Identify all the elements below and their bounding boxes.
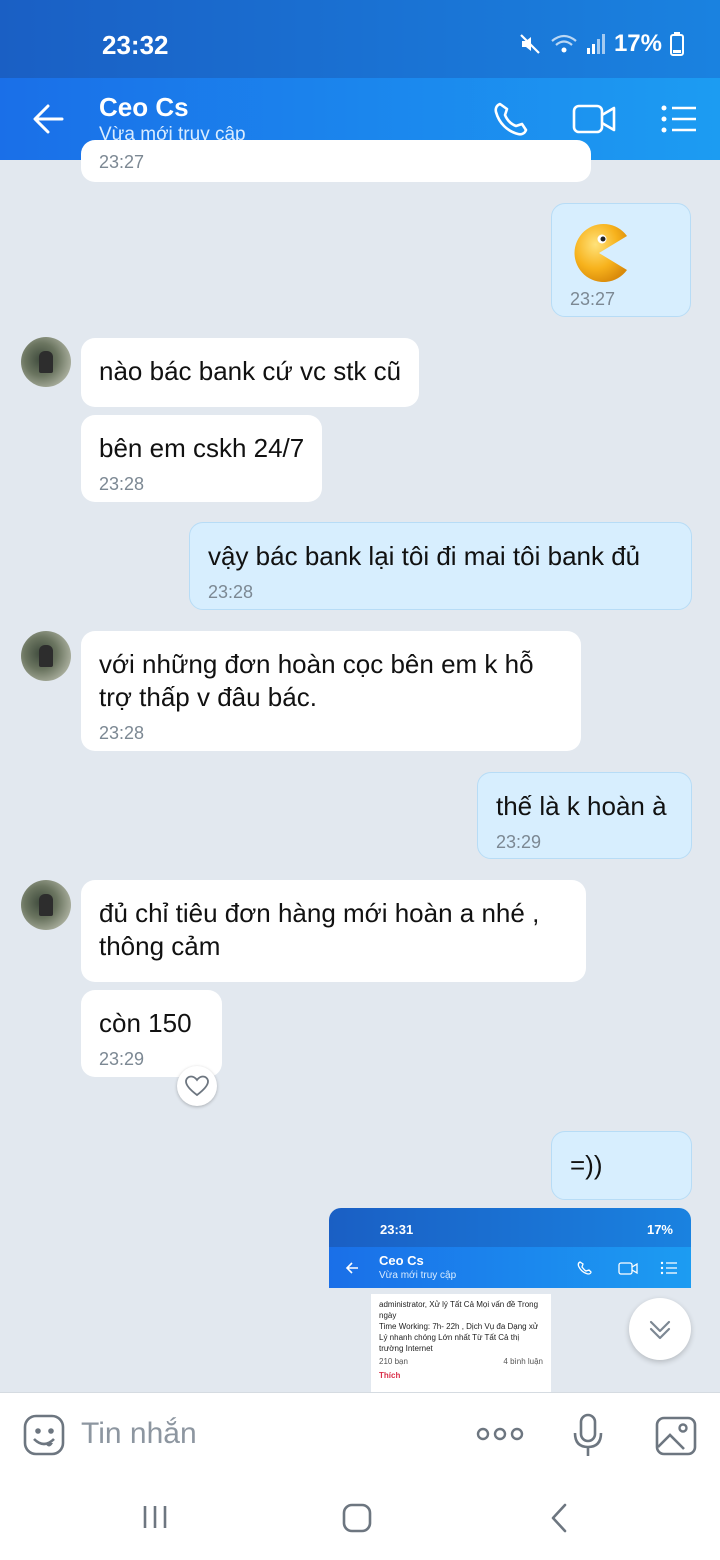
preview-title: Ceo Cs — [379, 1253, 424, 1268]
preview-card-line1: administrator, Xử lý Tất Cả Mọi vấn đề T… — [379, 1300, 539, 1320]
preview-friends: 210 bạn — [379, 1357, 408, 1366]
recent-apps-icon[interactable] — [140, 1502, 170, 1532]
message-bubble-out[interactable]: =)) — [551, 1131, 692, 1200]
react-button[interactable] — [177, 1066, 217, 1106]
microphone-icon[interactable] — [572, 1413, 604, 1459]
video-camera-icon — [572, 104, 616, 134]
message-time: 23:28 — [208, 582, 254, 602]
heart-icon — [185, 1075, 209, 1097]
message-time: 23:27 — [99, 152, 145, 172]
avatar[interactable] — [21, 880, 71, 930]
avatar[interactable] — [21, 337, 71, 387]
preview-card-line2: Time Working: 7h- 22h , Dịch Vụ đa Dạng … — [379, 1322, 539, 1353]
message-composer: Tin nhắn — [0, 1392, 720, 1479]
image-message[interactable]: 23:31 17% Ceo Cs Vừa mới truy cập admini… — [329, 1208, 691, 1392]
preview-battery: 17% — [646, 1222, 673, 1237]
message-time: 23:29 — [496, 832, 542, 852]
message-time: 23:28 — [99, 723, 145, 743]
scroll-to-bottom-button[interactable] — [629, 1298, 691, 1360]
message-bubble-in[interactable]: với những đơn hoàn cọc bên em k hỗ trợ t… — [81, 631, 581, 751]
message-time: 23:27 — [570, 289, 616, 309]
home-icon[interactable] — [341, 1502, 373, 1534]
message-bubble-in[interactable]: 23:27 — [81, 140, 591, 182]
message-text: còn 150 — [99, 1008, 192, 1038]
status-icons: 17% — [518, 30, 684, 58]
message-text: vậy bác bank lại tôi đi mai tôi bank đủ — [208, 541, 641, 571]
back-button[interactable] — [22, 94, 74, 144]
back-nav-icon[interactable] — [546, 1502, 572, 1534]
message-bubble-out[interactable]: thế là k hoàn à 23:29 — [477, 772, 692, 859]
status-time: 23:32 — [102, 30, 169, 60]
list-menu-icon — [661, 105, 696, 133]
menu-button[interactable] — [656, 96, 704, 142]
message-text: với những đơn hoàn cọc bên em k hỗ trợ t… — [99, 649, 534, 712]
more-options-icon[interactable] — [476, 1424, 524, 1444]
video-call-button[interactable] — [570, 96, 618, 142]
status-bar: 23:32 17% — [0, 0, 720, 78]
message-text: nào bác bank cứ vc stk cũ — [99, 356, 402, 386]
wifi-icon — [551, 34, 577, 53]
message-text: =)) — [570, 1150, 603, 1180]
message-text: đủ chỉ tiêu đơn hàng mới hoàn a nhé , th… — [99, 898, 540, 961]
message-time: 23:28 — [99, 474, 145, 494]
avatar[interactable] — [21, 631, 71, 681]
preview-post-card: administrator, Xử lý Tất Cả Mọi vấn đề T… — [371, 1294, 551, 1392]
battery-icon — [670, 32, 684, 56]
signal-icon — [586, 34, 605, 54]
system-nav-bar — [0, 1478, 720, 1560]
preview-phone-icon — [577, 1261, 592, 1275]
message-bubble-in[interactable]: nào bác bank cứ vc stk cũ — [81, 338, 420, 407]
contact-name[interactable]: Ceo Cs — [99, 92, 189, 123]
preview-menu-icon — [660, 1261, 677, 1275]
preview-back-icon — [345, 1262, 358, 1274]
mute-icon — [520, 34, 540, 54]
image-gallery-icon[interactable] — [654, 1415, 698, 1457]
message-bubble-in[interactable]: còn 150 23:29 — [81, 990, 222, 1077]
preview-video-icon — [618, 1262, 638, 1275]
message-text: thế là k hoàn à — [496, 791, 667, 821]
back-arrow-icon — [33, 104, 64, 134]
preview-time: 23:31 — [380, 1222, 414, 1237]
phone-icon — [494, 102, 528, 136]
preview-comments: 4 bình luận — [503, 1357, 543, 1366]
preview-subtitle: Vừa mới truy cập — [379, 1270, 457, 1281]
call-button[interactable] — [488, 96, 536, 142]
pacman-sticker — [574, 224, 627, 282]
preview-like: Thích — [379, 1371, 401, 1380]
message-bubble-in[interactable]: đủ chỉ tiêu đơn hàng mới hoàn a nhé , th… — [81, 880, 586, 982]
message-input[interactable]: Tin nhắn — [81, 1417, 197, 1451]
message-text: bên em cskh 24/7 — [99, 433, 305, 463]
message-bubble-out[interactable]: vậy bác bank lại tôi đi mai tôi bank đủ … — [189, 522, 692, 610]
message-bubble-in[interactable]: bên em cskh 24/7 23:28 — [81, 415, 323, 502]
battery-percent: 17% — [613, 30, 662, 57]
message-bubble-out[interactable]: 23:27 — [551, 203, 691, 317]
preview-status-bar: 23:31 17% — [329, 1208, 691, 1247]
double-chevron-down-icon — [649, 1320, 671, 1340]
emoji-icon[interactable] — [22, 1413, 66, 1457]
preview-header: Ceo Cs Vừa mới truy cập — [329, 1247, 691, 1288]
